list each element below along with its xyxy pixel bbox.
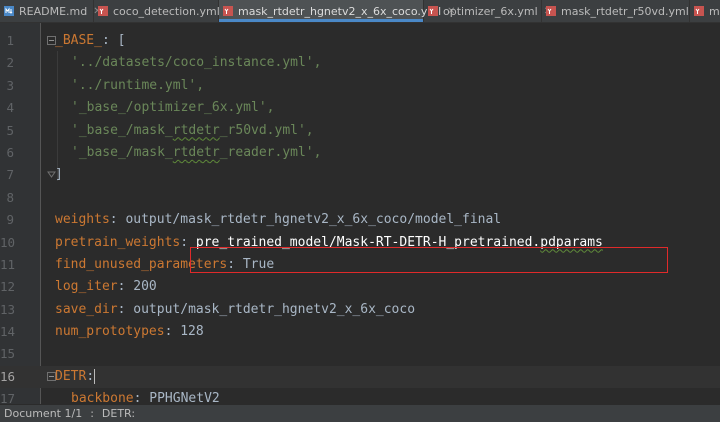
yaml-key: DETR — [55, 368, 87, 384]
yaml-punct: : — [86, 368, 95, 384]
line-number: 7 — [6, 167, 14, 183]
tab-label: mask_rtdetr_hgnetv2_x_6x_coco.yml — [238, 4, 442, 18]
line-number: 5 — [6, 122, 14, 138]
code-text: _BASE_: [ — [55, 30, 125, 52]
yaml-punct: : [ — [101, 33, 126, 48]
line-number: 13 — [0, 301, 16, 317]
markdown-file-icon — [4, 6, 14, 16]
line-number: 17 — [0, 391, 16, 404]
status-bar: Document 1/1 : DETR: — [0, 404, 720, 422]
tab-label: ma — [709, 4, 720, 18]
yaml-key: log_iter — [55, 279, 118, 295]
line-number: 1 — [6, 33, 14, 48]
tab-label: optimizer_6x.yml — [443, 4, 538, 18]
line-number: 12 — [0, 279, 16, 295]
code-line[interactable]: 12 log_iter: 200 — [0, 276, 720, 298]
line-number: 9 — [6, 212, 14, 228]
code-line[interactable]: 17 backbone: PPHGNetV2 — [0, 388, 720, 404]
code-editor[interactable]: 1 _BASE_: [ 2 '../datasets/coco_instance… — [0, 23, 720, 404]
tab-optimizer[interactable]: optimizer_6x.yml ✕ — [424, 0, 552, 22]
tab-mask-rtdetr-hgnetv2[interactable]: mask_rtdetr_hgnetv2_x_6x_coco.yml ✕ — [219, 0, 456, 22]
tab-readme[interactable]: README.md ✕ — [0, 0, 102, 22]
yaml-value: : PPHGNetV2 — [133, 391, 220, 404]
yaml-string: '../datasets/coco_instance.yml', — [71, 55, 322, 71]
line-number: 16 — [0, 368, 16, 384]
code-line[interactable]: 9 weights: output/mask_rtdetr_hgnetv2_x_… — [0, 209, 720, 231]
line-number: 3 — [6, 77, 14, 93]
tab-label: README.md — [19, 4, 88, 18]
tab-label: coco_detection.yml — [113, 4, 220, 18]
code-text: backbone: PPHGNetV2 — [71, 388, 220, 404]
code-line-current[interactable]: 16 DETR: — [0, 365, 720, 389]
code-line[interactable]: 3 '../runtime.yml', — [0, 75, 720, 97]
annotation-highlight-box — [190, 247, 668, 273]
text-cursor — [94, 368, 96, 384]
code-line[interactable]: 6 '_base_/mask_rtdetr_reader.yml', — [0, 142, 720, 164]
yaml-string: _reader.yml', — [219, 144, 322, 160]
yaml-string: '../runtime.yml', — [71, 77, 205, 93]
yaml-value: : 128 — [164, 324, 204, 340]
yaml-punct: ] — [55, 167, 63, 183]
yaml-punct: : — [180, 234, 189, 250]
yaml-file-icon — [694, 6, 704, 16]
code-line[interactable]: 4 '_base_/optimizer_6x.yml', — [0, 97, 720, 119]
code-text: weights: output/mask_rtdetr_hgnetv2_x_6x… — [55, 209, 501, 231]
code-line[interactable]: 2 '../datasets/coco_instance.yml', — [0, 52, 720, 74]
line-number: 15 — [0, 346, 16, 362]
code-line[interactable]: 7 ] — [0, 164, 720, 186]
code-text: log_iter: 200 — [55, 276, 157, 298]
yaml-value: : output/mask_rtdetr_hgnetv2_x_6x_coco — [117, 301, 416, 317]
line-number: 11 — [0, 256, 16, 272]
tab-label: mask_rtdetr_r50vd.yml — [561, 4, 689, 18]
yaml-string: '_base_/mask_ — [71, 144, 173, 160]
code-text: num_prototypes: 128 — [55, 321, 204, 343]
yaml-key: backbone — [71, 391, 134, 404]
editor-tab-bar: README.md ✕ coco_detection.yml ✕ mask_rt… — [0, 0, 720, 23]
line-number: 8 — [6, 189, 14, 205]
yaml-value: : 200 — [117, 279, 157, 295]
yaml-file-icon — [546, 6, 556, 16]
tab-mask-rtdetr-r50vd[interactable]: mask_rtdetr_r50vd.yml ✕ — [542, 0, 703, 22]
code-line[interactable]: 13 save_dir: output/mask_rtdetr_hgnetv2_… — [0, 299, 720, 321]
code-line[interactable]: 1 _BASE_: [ — [0, 30, 720, 52]
yaml-string: '_base_/mask_ — [71, 122, 173, 138]
status-separator: : — [90, 407, 94, 420]
yaml-key: save_dir — [55, 301, 118, 317]
code-text: '_base_/mask_rtdetr_r50vd.yml', — [71, 120, 314, 142]
breadcrumb[interactable]: DETR: — [98, 407, 139, 420]
yaml-string: '_base_/optimizer_6x.yml', — [71, 100, 275, 116]
tab-coco-detection[interactable]: coco_detection.yml ✕ — [94, 0, 234, 22]
code-line[interactable]: 15 — [0, 343, 720, 365]
spellcheck-word: rtdetr — [172, 144, 220, 160]
line-number: 4 — [6, 100, 14, 116]
code-text: DETR: — [55, 366, 96, 388]
code-line[interactable]: 8 — [0, 187, 720, 209]
code-line[interactable]: 14 num_prototypes: 128 — [0, 321, 720, 343]
code-line[interactable]: 5 '_base_/mask_rtdetr_r50vd.yml', — [0, 120, 720, 142]
document-indicator: Document 1/1 — [4, 407, 83, 420]
spellcheck-word: rtdetr — [172, 122, 220, 138]
yaml-string: _r50vd.yml', — [219, 122, 314, 138]
yaml-key: weights — [55, 212, 110, 228]
yaml-value: : output/mask_rtdetr_hgnetv2_x_6x_coco/m… — [109, 212, 502, 228]
yaml-key: num_prototypes — [55, 324, 165, 340]
code-text: save_dir: output/mask_rtdetr_hgnetv2_x_6… — [55, 299, 415, 321]
yaml-key: _BASE_ — [55, 33, 102, 48]
yaml-file-icon — [98, 6, 108, 16]
code-text: '_base_/mask_rtdetr_reader.yml', — [71, 142, 321, 164]
yaml-file-icon — [223, 6, 233, 16]
code-lines: 1 _BASE_: [ 2 '../datasets/coco_instance… — [0, 30, 720, 404]
yaml-file-icon — [428, 6, 438, 16]
line-number: 6 — [6, 144, 14, 160]
line-number: 14 — [0, 324, 16, 340]
tab-overflow-partial[interactable]: ma — [690, 0, 720, 22]
line-number: 2 — [6, 55, 14, 71]
line-number: 10 — [0, 234, 16, 250]
yaml-key: pretrain_weights — [55, 234, 181, 250]
